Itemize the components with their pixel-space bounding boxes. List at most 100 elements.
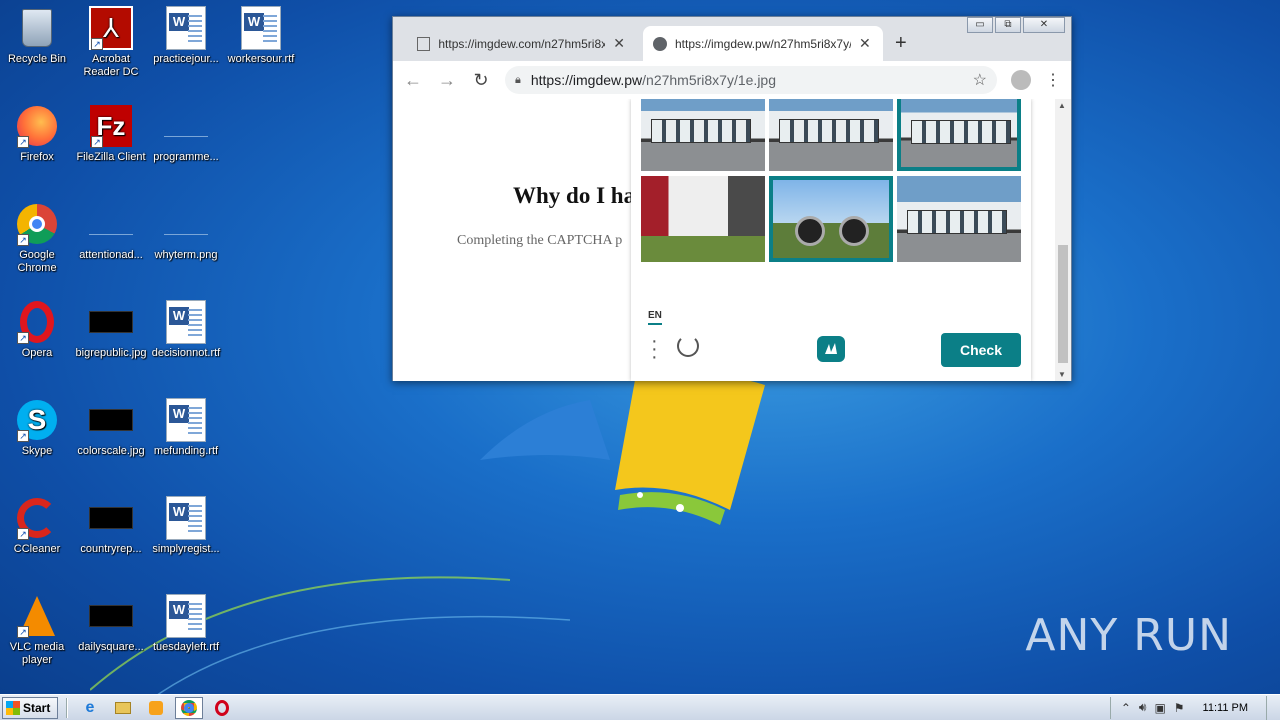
desktop-icon-label: dailysquare...	[78, 641, 144, 653]
image-thumb-icon	[164, 202, 208, 246]
page-scrollbar[interactable]: ▲ ▼	[1055, 99, 1071, 381]
tab-close-icon[interactable]: ✕	[859, 35, 871, 52]
desktop-icon-label: simplyregist...	[152, 543, 220, 555]
desktop-icon[interactable]: whyterm.png	[149, 202, 223, 262]
desktop-icon[interactable]: attentionad...	[74, 202, 148, 262]
desktop-icon-label: attentionad...	[79, 249, 143, 261]
desktop-icon[interactable]: ↗ Opera	[0, 300, 74, 360]
desktop-icon-label: Google Chrome	[17, 249, 57, 274]
taskbar-media-player-icon[interactable]	[142, 697, 170, 719]
maximize-button[interactable]: ⧉	[995, 17, 1021, 33]
desktop-icon[interactable]: colorscale.jpg	[74, 398, 148, 458]
clock[interactable]: 11:11 PM	[1203, 702, 1248, 714]
kebab-menu-icon[interactable]: ⋮	[1045, 70, 1061, 90]
captcha-tile-bus[interactable]	[769, 99, 893, 171]
volume-icon[interactable]: 🔊︎	[1139, 700, 1147, 715]
vlc-icon: ↗	[15, 594, 59, 638]
desktop-icon[interactable]: Wtuesdayleft.rtf	[149, 594, 223, 654]
anyrun-watermark: ANY RUN	[1025, 610, 1232, 661]
filezilla-icon: Fz ↗	[89, 104, 133, 148]
check-button[interactable]: Check	[941, 333, 1021, 367]
desktop-icon[interactable]: ↗ VLC media player	[0, 594, 74, 667]
tab-close-icon[interactable]: ✕	[613, 35, 625, 52]
ccleaner-icon: ↗	[15, 496, 59, 540]
desktop-icon[interactable]: Wdecisionnot.rtf	[149, 300, 223, 360]
show-desktop-button[interactable]	[1266, 695, 1280, 720]
desktop-icon[interactable]: countryrep...	[74, 496, 148, 556]
image-thumb-icon	[89, 300, 133, 344]
desktop-icon-label: Opera	[21, 347, 53, 359]
desktop-icon[interactable]: Wsimplyregist...	[149, 496, 223, 556]
tab-imgdew-pw[interactable]: https://imgdew.pw/n27hm5ri8x7y/1e.jpg ✕	[643, 26, 883, 61]
tab-title: https://imgdew.com/n27hm5ri8x7y/1e.jpg	[438, 36, 606, 51]
captcha-tile-bus[interactable]	[641, 99, 765, 171]
address-bar[interactable]: 🔒︎ https://imgdew.pw/n27hm5ri8x7y/1e.jpg…	[505, 66, 997, 94]
language-selector[interactable]: EN	[648, 310, 662, 325]
forward-arrow-icon[interactable]: →	[437, 70, 457, 91]
desktop-icon[interactable]: Fz ↗ FileZilla Client	[74, 104, 148, 164]
word-doc-icon: W	[164, 496, 208, 540]
scroll-down-icon[interactable]: ▼	[1058, 370, 1066, 379]
taskbar-chrome-icon[interactable]	[175, 696, 203, 719]
close-window-button[interactable]: ✕	[1023, 17, 1065, 33]
desktop-icon[interactable]: Recycle Bin	[0, 6, 74, 66]
reload-icon[interactable]: ↻	[471, 70, 491, 91]
desktop-icon[interactable]: ↗ Google Chrome	[0, 202, 74, 275]
tab-strip: https://imgdew.com/n27hm5ri8x7y/1e.jpg ✕…	[393, 17, 1071, 61]
desktop-icon-label: Recycle Bin	[7, 53, 67, 65]
skype-icon: S ↗	[15, 398, 59, 442]
desktop-icon[interactable]: Wmefunding.rtf	[149, 398, 223, 458]
refresh-icon[interactable]	[677, 335, 699, 357]
desktop-icon[interactable]: ⅄ ↗ Acrobat Reader DC	[74, 6, 148, 79]
scrollbar-thumb[interactable]	[1058, 245, 1068, 363]
image-thumb-icon	[89, 398, 133, 442]
desktop-icon[interactable]: ↗ Firefox	[0, 104, 74, 164]
back-arrow-icon[interactable]: ←	[403, 70, 423, 91]
captcha-tile-bus[interactable]	[897, 99, 1021, 171]
system-tray: ⌃ 🔊︎ ▣ ⚑ 11:11 PM	[1109, 696, 1258, 719]
desktop-icon[interactable]: Wpracticejour...	[149, 6, 223, 66]
start-button[interactable]: Start	[2, 696, 58, 719]
desktop-icon[interactable]: ↗ CCleaner	[0, 496, 74, 556]
image-thumb-icon	[89, 202, 133, 246]
captcha-tile-bus[interactable]	[897, 176, 1021, 262]
menu-dots-icon[interactable]: · · ·	[651, 331, 658, 367]
globe-icon	[653, 36, 667, 51]
minimize-button[interactable]: ▭	[967, 17, 993, 33]
tab-imgdew-com[interactable]: https://imgdew.com/n27hm5ri8x7y/1e.jpg ✕	[407, 26, 635, 61]
taskbar-ie-icon[interactable]: e	[76, 697, 104, 719]
taskbar-explorer-icon[interactable]	[109, 697, 137, 719]
desktop-icon[interactable]: bigrepublic.jpg	[74, 300, 148, 360]
taskbar-opera-icon[interactable]	[208, 697, 236, 719]
word-doc-icon: W	[239, 6, 283, 50]
shortcut-arrow-icon: ↗	[91, 38, 103, 50]
image-thumb-icon	[89, 496, 133, 540]
desktop-icon[interactable]: Wworkersour.rtf	[224, 6, 298, 66]
captcha-tile-truck[interactable]	[641, 176, 765, 262]
desktop-icon[interactable]: dailysquare...	[74, 594, 148, 654]
windows-logo-icon	[6, 700, 20, 715]
firefox-icon: ↗	[15, 104, 59, 148]
network-icon[interactable]: ▣	[1154, 701, 1165, 715]
page-viewport: Why do I ha Completing the CAPTCHA p EN …	[393, 99, 1071, 381]
desktop-icon[interactable]: S ↗ Skype	[0, 398, 74, 458]
word-doc-icon: W	[164, 300, 208, 344]
desktop-icon-label: colorscale.jpg	[77, 445, 145, 457]
tray-expand-icon[interactable]: ⌃	[1121, 701, 1131, 715]
word-doc-icon: W	[164, 594, 208, 638]
shortcut-arrow-icon: ↗	[17, 430, 29, 442]
opera-icon: ↗	[15, 300, 59, 344]
desktop-icon-label: Firefox	[20, 151, 54, 163]
bookmark-star-icon[interactable]: ☆	[973, 70, 987, 90]
desktop-icon-label: CCleaner	[13, 543, 61, 555]
desktop-icon[interactable]: programme...	[149, 104, 223, 164]
chrome-window: https://imgdew.com/n27hm5ri8x7y/1e.jpg ✕…	[392, 16, 1072, 381]
new-tab-button[interactable]: +	[895, 32, 907, 55]
profile-avatar-icon[interactable]	[1011, 70, 1031, 90]
captcha-tile-motorcycle[interactable]	[769, 176, 893, 262]
scroll-up-icon[interactable]: ▲	[1058, 101, 1066, 110]
desktop-icon-label: Acrobat Reader DC	[83, 53, 139, 78]
hcaptcha-challenge: EN · · · Check	[631, 99, 1031, 381]
action-center-flag-icon[interactable]: ⚑	[1174, 701, 1185, 715]
url-host: https://imgdew.pw	[530, 72, 643, 88]
